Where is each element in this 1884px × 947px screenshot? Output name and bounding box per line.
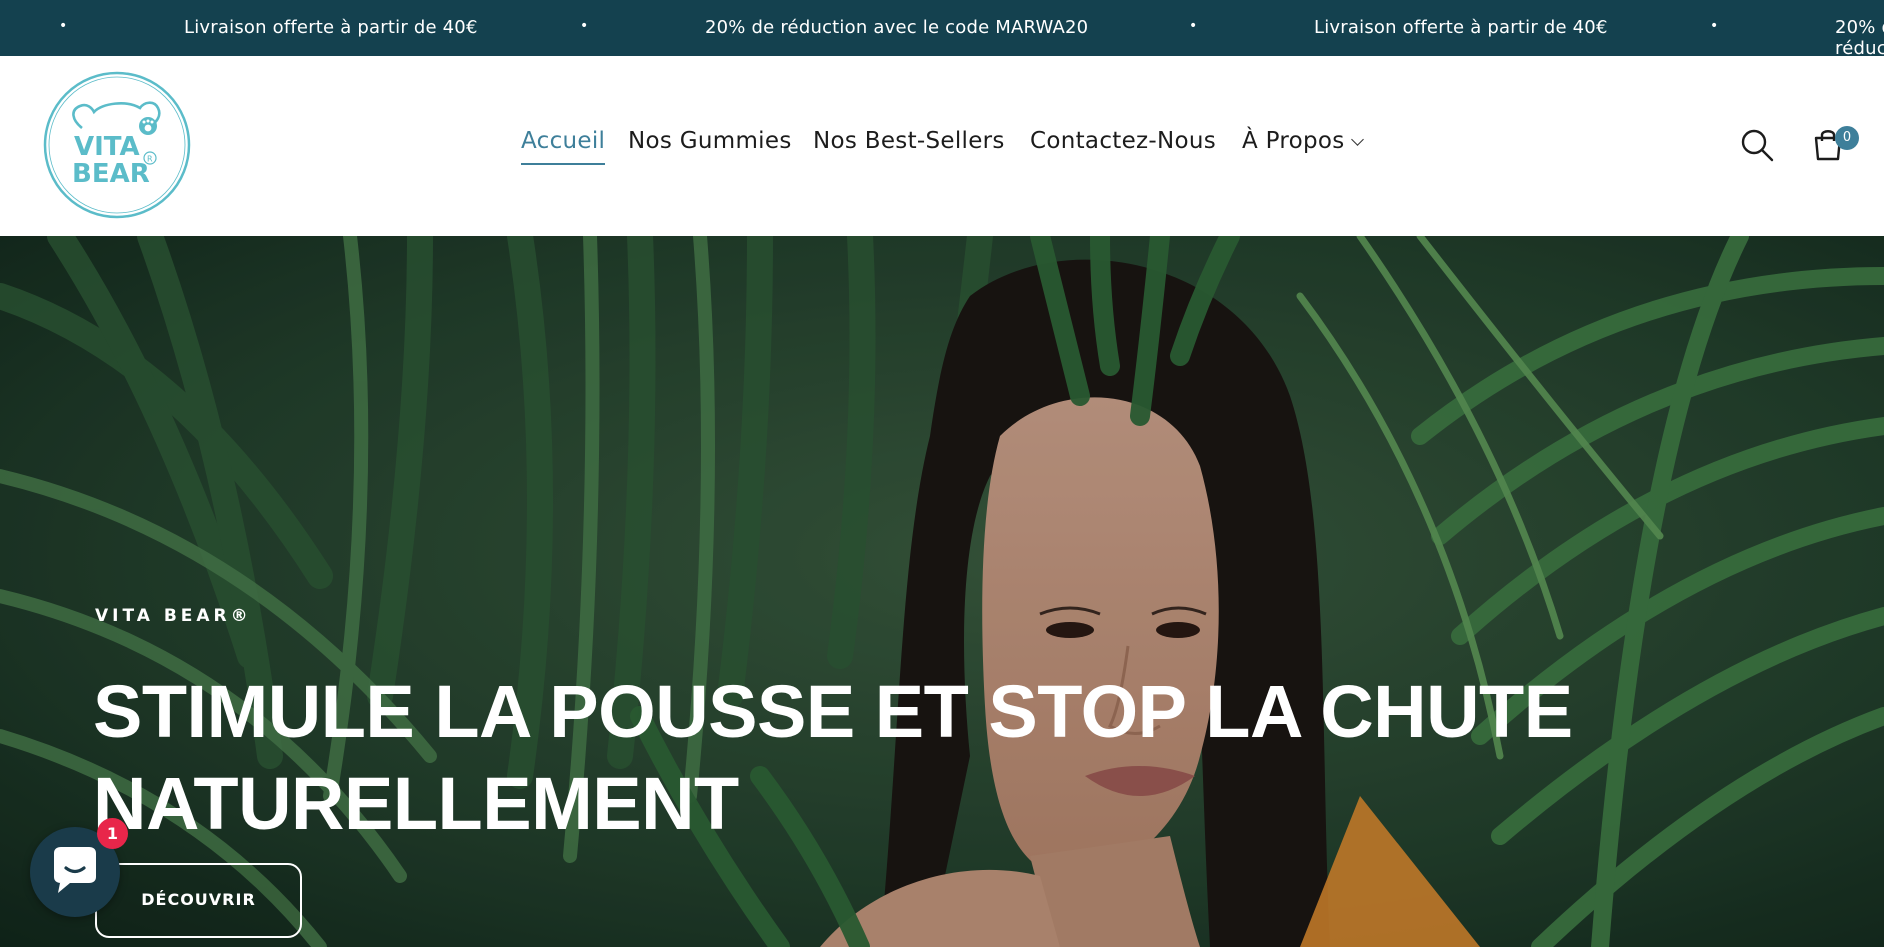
chevron-down-icon	[1350, 133, 1364, 146]
search-icon[interactable]	[1740, 128, 1774, 162]
hero-title: STIMULE LA POUSSE ET STOP LA CHUTE NATUR…	[93, 666, 1593, 850]
hero-title-line-2: NATURELLEMENT	[93, 762, 739, 845]
announcement-message: 20% de réduction avec le code MARWA20	[1835, 17, 1884, 56]
announcement-bar: • Livraison offerte à partir de 40€ • 20…	[0, 0, 1884, 56]
nav-item-nos-gummies[interactable]: Nos Gummies	[628, 128, 792, 154]
main-nav: Accueil Nos Gummies Nos Best-Sellers Con…	[0, 128, 1884, 168]
site-header: VITA BEAR R Accueil Nos Gummies Nos Best…	[0, 56, 1884, 236]
hero-banner: VITA BEAR® STIMULE LA POUSSE ET STOP LA …	[0, 236, 1884, 947]
separator-dot: •	[580, 18, 589, 34]
nav-item-a-propos-label: À Propos	[1242, 128, 1345, 154]
hero-title-line-1: STIMULE LA POUSSE ET STOP LA CHUTE	[93, 670, 1573, 753]
nav-item-accueil[interactable]: Accueil	[521, 128, 606, 165]
cart-count-badge: 0	[1835, 126, 1859, 150]
hero-eyebrow: VITA BEAR®	[95, 606, 252, 626]
nav-item-contactez-nous[interactable]: Contactez-Nous	[1030, 128, 1216, 154]
announcement-message: Livraison offerte à partir de 40€	[184, 17, 478, 38]
announcement-message: 20% de réduction avec le code MARWA20	[705, 17, 1089, 38]
separator-dot: •	[59, 18, 68, 34]
chat-notification-badge: 1	[97, 818, 128, 849]
nav-item-nos-best-sellers[interactable]: Nos Best-Sellers	[813, 128, 1005, 154]
separator-dot: •	[1189, 18, 1198, 34]
separator-dot: •	[1710, 18, 1719, 34]
discover-button[interactable]: DÉCOUVRIR	[95, 863, 302, 938]
announcement-message: Livraison offerte à partir de 40€	[1314, 17, 1608, 38]
nav-item-a-propos[interactable]: À Propos	[1242, 128, 1364, 154]
